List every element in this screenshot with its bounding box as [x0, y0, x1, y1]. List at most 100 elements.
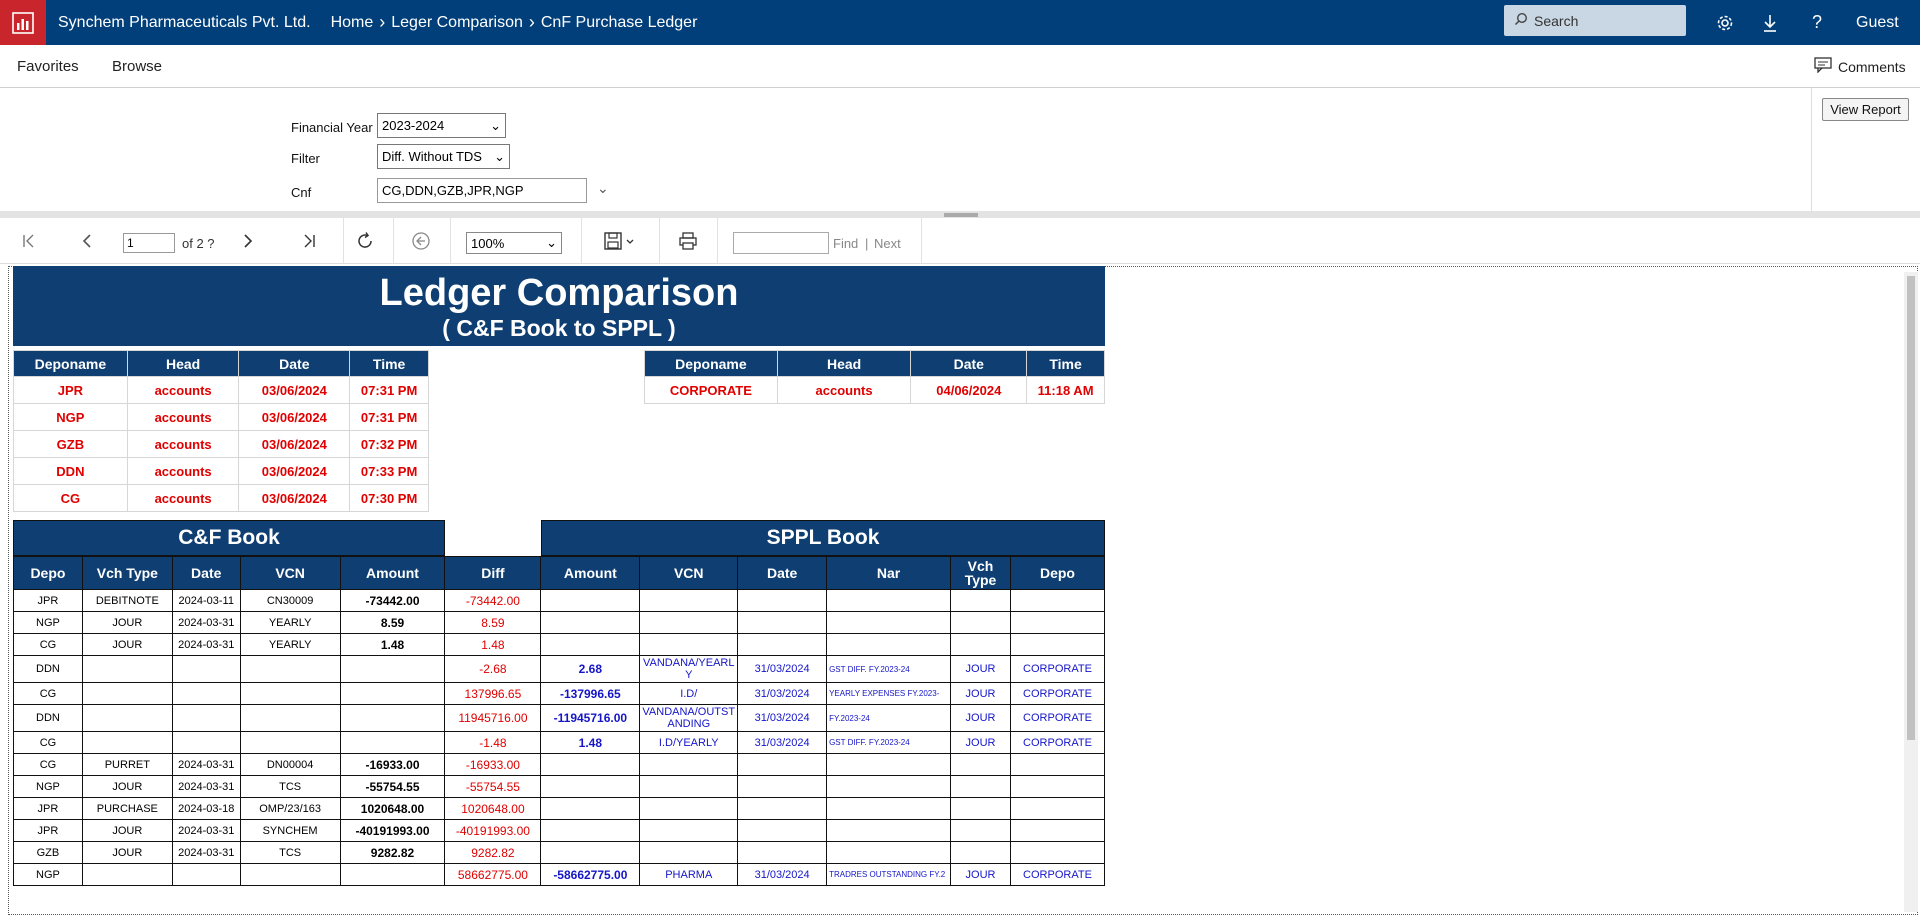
cf-depot-table: Deponame Head Date Time JPR accounts 03/06…	[13, 350, 429, 512]
splitter-handle[interactable]	[944, 213, 978, 217]
cell-s-depo	[1009, 753, 1106, 776]
cell-diff: -16933.00	[444, 753, 542, 776]
table-row: CG JOUR 2024-03-31 YEARLY 1.48 1.48	[13, 633, 1106, 656]
find-input[interactable]	[733, 232, 829, 254]
cell-depo: NGP	[13, 863, 83, 886]
cell-s-depo: CORPORATE	[1009, 682, 1106, 705]
cell-s-amt	[540, 775, 641, 798]
filter-select[interactable]: Diff. Without TDS ⌄	[377, 144, 510, 169]
cell-s-amt	[540, 633, 641, 656]
download-icon[interactable]	[1755, 0, 1785, 45]
cell-s-amt: -11945716.00	[540, 704, 641, 732]
cell-s-depo: CORPORATE	[1009, 704, 1106, 732]
cell-diff: -1.48	[444, 731, 542, 754]
report-logo-icon[interactable]	[0, 0, 46, 45]
cell-vch: PURCHASE	[81, 797, 173, 820]
cell-amt	[339, 731, 446, 754]
breadcrumb-home[interactable]: Home	[331, 14, 374, 32]
comments-button[interactable]: Comments	[1814, 45, 1906, 88]
zoom-select[interactable]: 100% ⌄	[466, 232, 562, 254]
top-bar: Synchem Pharmaceuticals Pvt. Ltd. Home ›…	[0, 0, 1920, 45]
cell-s-date	[737, 611, 828, 634]
refresh-icon[interactable]	[348, 218, 382, 264]
cell-vch: JOUR	[81, 611, 173, 634]
toolbar-separator	[659, 218, 660, 264]
cell-s-depo	[1009, 633, 1106, 656]
scrollbar-thumb[interactable]	[1907, 276, 1915, 740]
cell-s-vcn	[639, 797, 739, 820]
company-name[interactable]: Synchem Pharmaceuticals Pvt. Ltd.	[58, 14, 311, 32]
cell-amt: -40191993.00	[339, 819, 446, 842]
page-number-input[interactable]: 1	[123, 233, 175, 253]
previous-page-icon[interactable]	[72, 218, 102, 264]
column-header: Date	[910, 350, 1028, 377]
report-toolbar: 1 of 2 ? 100% ⌄ Find | Next	[0, 218, 1920, 264]
sppl-book-header: SPPL Book	[541, 520, 1105, 556]
cell-date: 2024-03-18	[171, 797, 241, 820]
search-input[interactable]: Search	[1504, 5, 1686, 36]
column-header: VCN	[639, 556, 739, 590]
depot-row: CORPORATE accounts 04/06/2024 11:18 AM	[644, 376, 1105, 404]
depot-cell: 03/06/2024	[238, 484, 351, 512]
save-export-icon[interactable]	[596, 218, 644, 264]
cell-s-vch	[950, 611, 1011, 634]
table-row: JPR JOUR 2024-03-31 SYNCHEM -40191993.00 -401…	[13, 819, 1106, 842]
table-row: GZB JOUR 2024-03-31 TCS 9282.82 9282.82	[13, 841, 1106, 864]
cell-s-vcn	[639, 633, 739, 656]
toolbar-separator	[921, 218, 922, 264]
cell-nar: GST DIFF. FY.2023-24	[826, 655, 952, 683]
chevron-down-icon[interactable]: ⌄	[597, 180, 609, 197]
print-icon[interactable]	[670, 218, 706, 264]
cell-s-vch: JOUR	[950, 682, 1011, 705]
toolbar-separator	[450, 218, 451, 264]
breadcrumb-leger-comparison[interactable]: Leger Comparison	[391, 14, 523, 32]
cell-s-vch: JOUR	[950, 655, 1011, 683]
menu-favorites[interactable]: Favorites	[17, 45, 79, 88]
toolbar-separator	[343, 218, 344, 264]
cell-diff: -73442.00	[444, 589, 542, 612]
gear-icon[interactable]	[1710, 0, 1740, 45]
cell-s-amt: -137996.65	[540, 682, 641, 705]
cell-depo: JPR	[13, 819, 83, 842]
menu-browse[interactable]: Browse	[112, 45, 162, 88]
column-header: VCN	[239, 556, 341, 590]
cell-s-vch	[950, 819, 1011, 842]
financial-year-label: Financial Year	[291, 120, 373, 135]
cell-vch	[81, 863, 173, 886]
find-link[interactable]: Find	[833, 232, 858, 254]
cell-s-amt	[540, 841, 641, 864]
cell-date: 2024-03-31	[171, 611, 241, 634]
cell-s-date: 31/03/2024	[737, 682, 828, 705]
zoom-value: 100%	[471, 235, 505, 251]
cell-date	[171, 704, 241, 732]
cnf-input[interactable]: CG,DDN,GZB,JPR,NGP	[377, 178, 587, 203]
view-report-button[interactable]: View Report	[1822, 98, 1909, 121]
user-name[interactable]: Guest	[1856, 0, 1899, 45]
last-page-icon[interactable]	[292, 218, 326, 264]
cell-vcn	[239, 655, 341, 683]
table-row: JPR DEBITNOTE 2024-03-11 CN30009 -73442.00 -7…	[13, 589, 1106, 612]
cell-vcn	[239, 731, 341, 754]
find-next-link[interactable]: Next	[874, 232, 901, 254]
financial-year-select[interactable]: 2023-2024 ⌄	[377, 113, 506, 138]
cell-nar: FY.2023-24	[826, 704, 952, 732]
cell-nar: GST DIFF. FY.2023-24	[826, 731, 952, 754]
back-icon[interactable]	[404, 218, 438, 264]
depot-cell: 03/06/2024	[238, 403, 351, 431]
first-page-icon[interactable]	[12, 218, 46, 264]
cell-s-date: 31/03/2024	[737, 863, 828, 886]
cell-depo: JPR	[13, 589, 83, 612]
chevron-right-icon: ›	[528, 12, 535, 32]
cell-vcn: TCS	[239, 841, 341, 864]
cell-s-amt	[540, 589, 641, 612]
table-row: CG -1.48 1.48 I.D/YEARLY 31/03/2024 GST DIFF.…	[13, 731, 1106, 754]
next-page-icon[interactable]	[233, 218, 263, 264]
depot-cell: JPR	[13, 376, 128, 404]
cell-nar	[826, 633, 952, 656]
help-icon[interactable]: ?	[1802, 0, 1832, 45]
cell-diff: 137996.65	[444, 682, 542, 705]
table-row: CG 137996.65 -137996.65 I.D/31/03/2024 YEARL…	[13, 682, 1106, 705]
cell-s-date	[737, 797, 828, 820]
cell-depo: DDN	[13, 704, 83, 732]
column-header: Deponame	[13, 350, 128, 377]
